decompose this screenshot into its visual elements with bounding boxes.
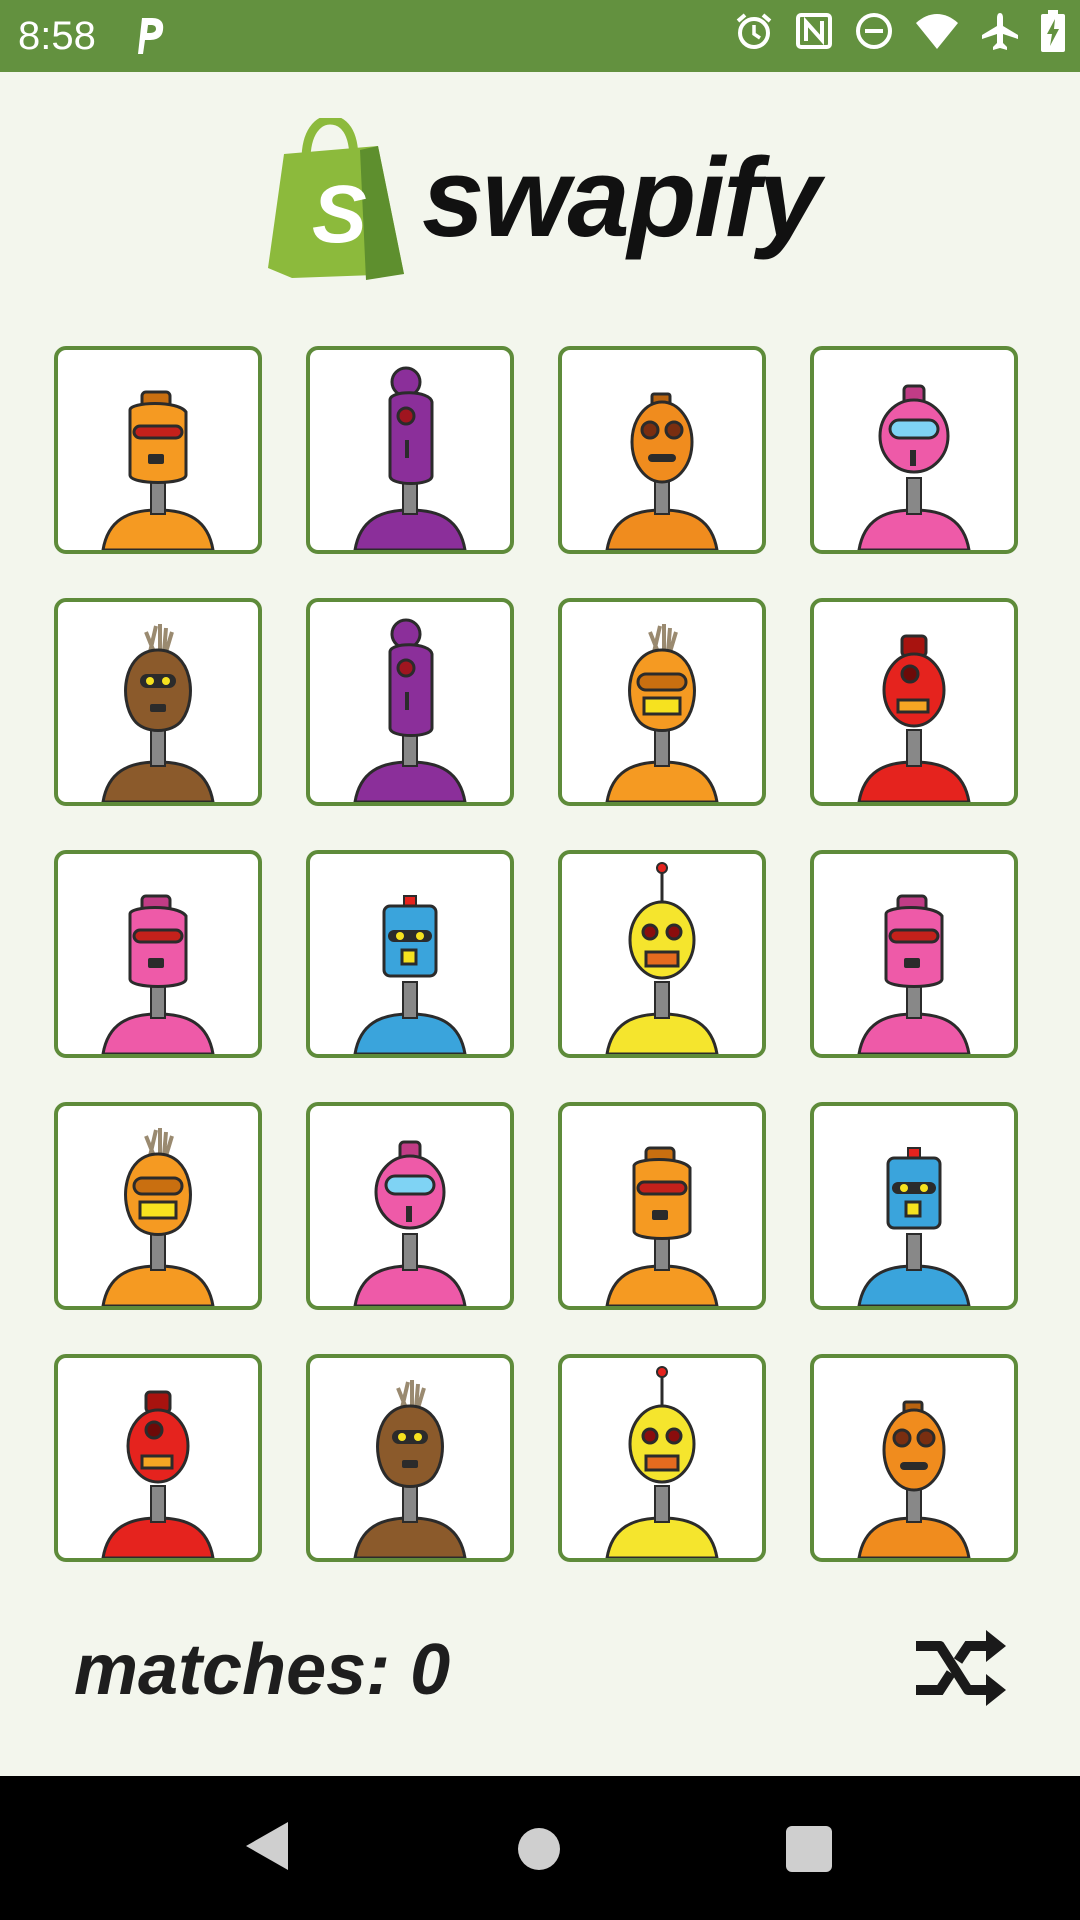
pink-goggles-robot-icon xyxy=(857,384,971,550)
orange-tuft-robot-icon xyxy=(101,1128,215,1306)
alarm-icon xyxy=(736,13,772,49)
status-time: 8:58 xyxy=(18,14,96,58)
robot-card-orange-visor[interactable] xyxy=(558,1102,766,1310)
robot-card-pink-goggles[interactable] xyxy=(810,346,1018,554)
yellow-antenna-robot-icon xyxy=(605,862,719,1054)
purple-cyclops-robot-icon xyxy=(353,618,467,802)
shopify-bag-icon: S xyxy=(268,118,404,280)
nfc-icon xyxy=(796,13,832,49)
robot-card-orange-tuft[interactable] xyxy=(54,1102,262,1310)
wifi-icon xyxy=(916,14,958,49)
robot-card-pink-visor[interactable] xyxy=(810,850,1018,1058)
purple-cyclops-robot-icon xyxy=(353,366,467,550)
robot-card-red-cyclops[interactable] xyxy=(810,598,1018,806)
recents-icon[interactable] xyxy=(786,1826,832,1872)
robot-card-pink-visor[interactable] xyxy=(54,850,262,1058)
status-bar: 8:58 xyxy=(0,0,1080,72)
robot-card-purple-cyclops[interactable] xyxy=(306,598,514,806)
app-logo: S swapify xyxy=(262,118,822,283)
pink-goggles-robot-icon xyxy=(353,1140,467,1306)
blue-can-robot-icon xyxy=(857,1147,971,1306)
pink-visor-robot-icon xyxy=(101,894,215,1054)
do-not-disturb-icon xyxy=(856,13,892,49)
robot-card-orange-round[interactable] xyxy=(810,1354,1018,1562)
robot-card-blue-can[interactable] xyxy=(810,1102,1018,1310)
home-icon[interactable] xyxy=(518,1828,560,1870)
shuffle-button[interactable] xyxy=(910,1620,1010,1720)
robot-card-brown-tuft[interactable] xyxy=(54,598,262,806)
robot-card-orange-round[interactable] xyxy=(558,346,766,554)
airplane-icon xyxy=(982,13,1018,50)
pink-visor-robot-icon xyxy=(857,894,971,1054)
robot-card-purple-cyclops[interactable] xyxy=(306,346,514,554)
card-grid xyxy=(54,346,1026,1570)
brown-tuft-robot-icon xyxy=(101,624,215,802)
parking-icon xyxy=(132,14,166,61)
status-icons xyxy=(734,10,1066,52)
robot-card-yellow-antenna[interactable] xyxy=(558,1354,766,1562)
orange-visor-robot-icon xyxy=(605,1146,719,1306)
robot-card-blue-can[interactable] xyxy=(306,850,514,1058)
brown-tuft-robot-icon xyxy=(353,1380,467,1558)
robot-card-orange-visor[interactable] xyxy=(54,346,262,554)
robot-card-pink-goggles[interactable] xyxy=(306,1102,514,1310)
orange-round-robot-icon xyxy=(857,1400,971,1558)
app-name: swapify xyxy=(422,135,821,260)
red-cyclops-robot-icon xyxy=(101,1390,215,1558)
orange-visor-robot-icon xyxy=(101,390,215,550)
yellow-antenna-robot-icon xyxy=(605,1366,719,1558)
robot-card-brown-tuft[interactable] xyxy=(306,1354,514,1562)
robot-card-yellow-antenna[interactable] xyxy=(558,850,766,1058)
match-counter: matches: 0 xyxy=(74,1630,451,1710)
battery-charging-icon xyxy=(1041,10,1065,52)
blue-can-robot-icon xyxy=(353,895,467,1054)
shuffle-icon xyxy=(916,1630,1006,1706)
back-icon[interactable] xyxy=(244,1820,290,1872)
robot-card-red-cyclops[interactable] xyxy=(54,1354,262,1562)
logo-letter: S xyxy=(312,169,367,260)
orange-round-robot-icon xyxy=(605,392,719,550)
navigation-bar xyxy=(0,1776,1080,1920)
red-cyclops-robot-icon xyxy=(857,634,971,802)
robot-card-orange-tuft[interactable] xyxy=(558,598,766,806)
orange-tuft-robot-icon xyxy=(605,624,719,802)
